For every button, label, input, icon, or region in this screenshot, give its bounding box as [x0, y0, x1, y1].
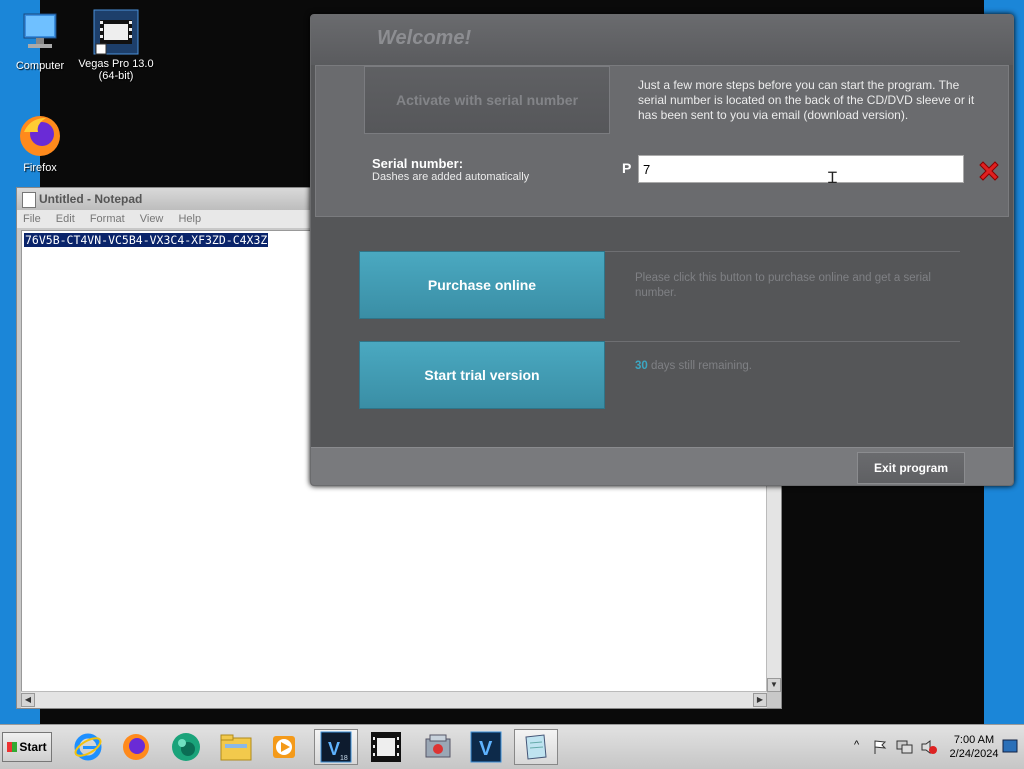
text-cursor-icon: Ɪ [828, 170, 837, 187]
dialog-footer: Exit program [311, 447, 1013, 485]
menu-file[interactable]: File [23, 213, 41, 225]
serial-number-input[interactable] [638, 155, 964, 183]
svg-text:V: V [328, 739, 340, 759]
taskbar-internet-explorer[interactable] [66, 729, 110, 765]
desktop-icon-label: Vegas Pro 13.0 (64-bit) [78, 58, 154, 82]
windows-logo-icon [7, 742, 18, 752]
vegas-pro-18-icon: V 18 [320, 731, 352, 763]
horizontal-scrollbar[interactable]: ◀ ▶ [21, 691, 767, 708]
clock-time: 7:00 AM [953, 734, 995, 746]
serial-number-label: Serial number: [372, 156, 464, 171]
desktop-icon-label: Computer [15, 60, 65, 72]
activation-info-text: Just a few more steps before you can sta… [638, 78, 975, 122]
serial-number-hint: Dashes are added automatically [372, 171, 530, 183]
menu-format[interactable]: Format [90, 213, 125, 225]
serial-prefix: P [622, 160, 632, 176]
taskbar-file-explorer[interactable] [214, 729, 258, 765]
firefox-icon [16, 112, 64, 160]
volume-muted-icon[interactable] [920, 739, 938, 755]
activation-dialog: Welcome! Activate with serial number Jus… [310, 14, 1014, 486]
film-strip-icon [92, 8, 140, 56]
trial-days-count: 30 [635, 360, 648, 372]
notepad-icon [22, 192, 36, 208]
taskbar-media-player[interactable] [262, 729, 306, 765]
desktop-icon-firefox[interactable]: Firefox [0, 112, 80, 174]
taskbar-vegas-pro[interactable]: V [464, 729, 508, 765]
start-trial-button[interactable]: Start trial version [359, 341, 605, 409]
taskbar: Start V 18 V ^ 7:00 AM 2/24/2024 [0, 724, 1024, 769]
film-strip-icon [371, 732, 401, 762]
media-player-icon [273, 736, 295, 758]
clock-date: 2/24/2024 [949, 748, 999, 760]
firefox-icon [123, 734, 149, 760]
menu-edit[interactable]: Edit [56, 213, 75, 225]
desktop-icon-vegas-pro[interactable]: Vegas Pro 13.0 (64-bit) [76, 8, 156, 82]
scroll-down-icon[interactable]: ▼ [767, 678, 781, 692]
svg-text:V: V [479, 738, 493, 760]
taskbar-control-panel[interactable] [416, 729, 460, 765]
computer-icon [16, 10, 64, 58]
activate-with-serial-button[interactable]: Activate with serial number [364, 66, 610, 134]
network-icon[interactable] [896, 739, 914, 755]
vegas-pro-icon: V [470, 731, 502, 763]
taskbar-clock[interactable]: 7:00 AM 2/24/2024 [944, 733, 1004, 761]
internet-explorer-icon [74, 733, 102, 761]
divider [604, 251, 960, 252]
desktop-icon-computer[interactable]: Computer [0, 10, 80, 72]
dialog-header: Welcome! [311, 15, 1013, 65]
purchase-info-text: Please click this button to purchase onl… [635, 272, 931, 299]
purchase-online-button[interactable]: Purchase online [359, 251, 605, 319]
notepad-title: Untitled - Notepad [39, 192, 143, 206]
taskbar-edge-beta[interactable] [164, 729, 208, 765]
show-desktop-icon[interactable] [1002, 739, 1018, 753]
taskbar-vegas-pro-13[interactable] [364, 729, 408, 765]
taskbar-vegas-pro-18[interactable]: V 18 [314, 729, 358, 765]
scroll-right-icon[interactable]: ▶ [753, 693, 767, 707]
start-button[interactable]: Start [2, 732, 52, 762]
clear-serial-icon[interactable] [976, 158, 1002, 184]
action-center-flag-icon[interactable] [872, 739, 888, 755]
scroll-left-icon[interactable]: ◀ [21, 693, 35, 707]
divider [604, 341, 960, 342]
exit-program-button[interactable]: Exit program [857, 452, 965, 484]
show-hidden-icons-icon[interactable]: ^ [854, 739, 859, 751]
menu-view[interactable]: View [140, 213, 164, 225]
trial-remaining-text: 30 days still remaining. [635, 359, 955, 374]
notepad-icon [525, 734, 547, 760]
desktop-icon-label: Firefox [23, 162, 57, 174]
folder-icon [220, 734, 252, 761]
svg-text:18: 18 [340, 755, 348, 762]
dialog-title: Welcome! [377, 27, 472, 49]
start-label: Start [19, 740, 47, 754]
edge-beta-icon [172, 733, 200, 761]
control-panel-icon [425, 734, 451, 758]
taskbar-firefox[interactable] [114, 729, 158, 765]
trial-days-suffix: days still remaining. [647, 360, 752, 372]
selected-serial-text[interactable]: 76V5B-CT4VN-VC5B4-VX3C4-XF3ZD-C4X3Z [24, 233, 269, 247]
taskbar-notepad[interactable] [514, 729, 558, 765]
serial-activation-panel: Activate with serial number Just a few m… [315, 65, 1009, 217]
menu-help[interactable]: Help [178, 213, 201, 225]
